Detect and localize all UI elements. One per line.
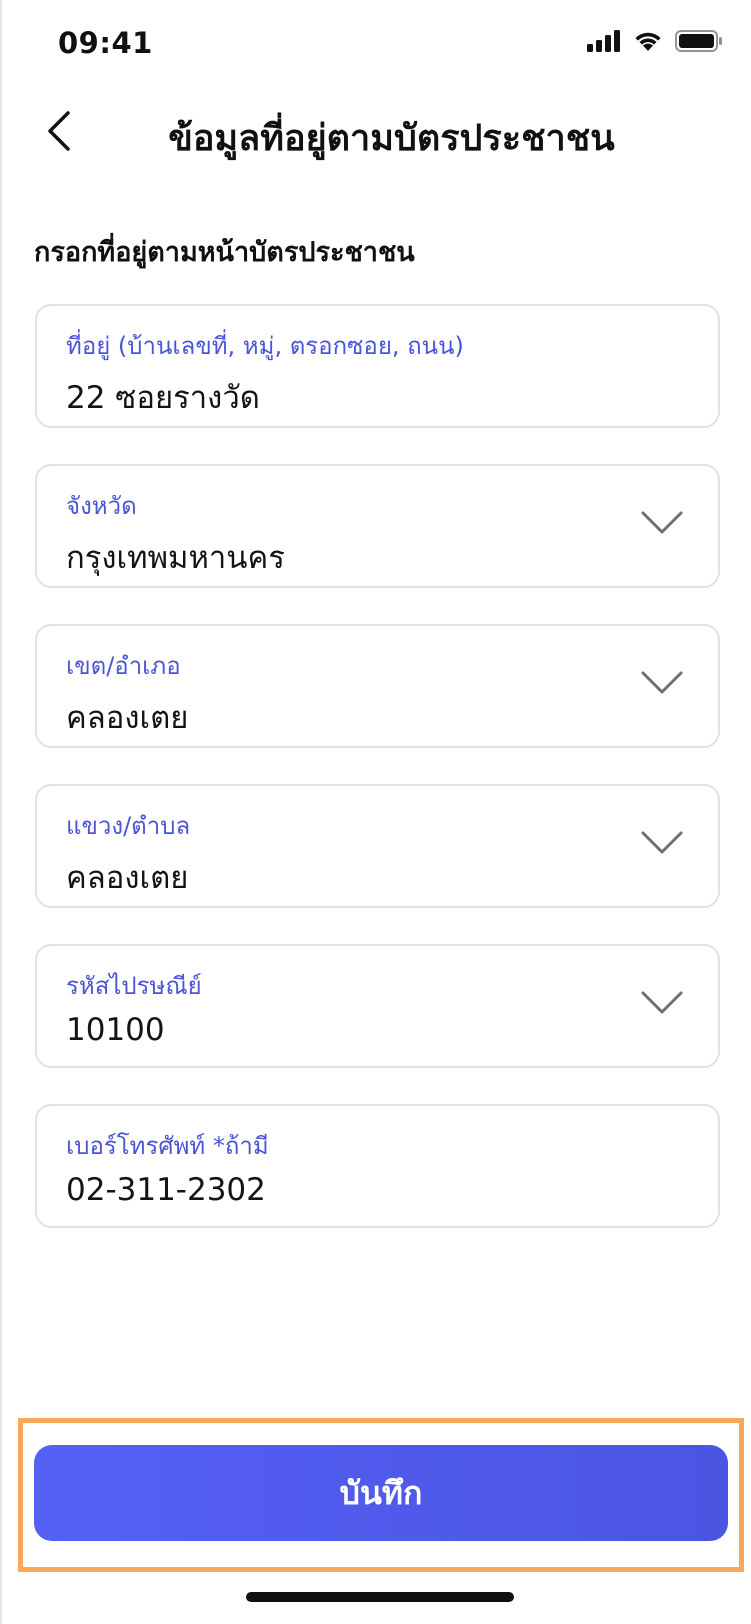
subdistrict-select-label: แขวง/ตำบล (66, 812, 191, 840)
status-time: 09:41 (58, 26, 153, 60)
chevron-down-icon (640, 668, 684, 698)
battery-icon (675, 30, 723, 56)
cellular-signal-icon (587, 30, 621, 56)
chevron-down-icon (640, 988, 684, 1018)
postal-code-select-value: 10100 (66, 1012, 165, 1048)
home-indicator (246, 1592, 514, 1602)
subdistrict-select[interactable]: แขวง/ตำบล คลองเตย (35, 784, 720, 908)
phone-field[interactable]: เบอร์โทรศัพท์ *ถ้ามี 02-311-2302 (35, 1104, 720, 1228)
address-field-value: 22 ซอยรางวัด (66, 380, 260, 416)
page-title: ข้อมูลที่อยู่ตามบัตรประชาชน (168, 118, 615, 159)
save-button[interactable]: บันทึก (34, 1445, 728, 1541)
postal-code-select[interactable]: รหัสไปรษณีย์ 10100 (35, 944, 720, 1068)
province-select-value: กรุงเทพมหานคร (66, 540, 285, 576)
phone-field-value: 02-311-2302 (66, 1172, 266, 1208)
province-select-label: จังหวัด (66, 492, 137, 520)
save-button-container: บันทึก (18, 1418, 744, 1572)
postal-code-select-label: รหัสไปรษณีย์ (66, 972, 202, 1000)
status-bar: 09:41 (2, 0, 751, 95)
wifi-icon (633, 30, 663, 56)
chevron-down-icon (640, 508, 684, 538)
subdistrict-select-value: คลองเตย (66, 860, 189, 896)
district-select-label: เขต/อำเภอ (66, 652, 181, 680)
province-select[interactable]: จังหวัด กรุงเทพมหานคร (35, 464, 720, 588)
district-select[interactable]: เขต/อำเภอ คลองเตย (35, 624, 720, 748)
chevron-down-icon (640, 828, 684, 858)
address-field[interactable]: ที่อยู่ (บ้านเลขที่, หมู่, ตรอกซอย, ถนน)… (35, 304, 720, 428)
status-icons (587, 30, 723, 56)
form-heading: กรอกที่อยู่ตามหน้าบัตรประชาชน (34, 237, 415, 268)
phone-field-label: เบอร์โทรศัพท์ *ถ้ามี (66, 1132, 269, 1160)
header: ข้อมูลที่อยู่ตามบัตรประชาชน (2, 95, 751, 175)
district-select-value: คลองเตย (66, 700, 189, 736)
address-field-label: ที่อยู่ (บ้านเลขที่, หมู่, ตรอกซอย, ถนน) (66, 332, 464, 360)
